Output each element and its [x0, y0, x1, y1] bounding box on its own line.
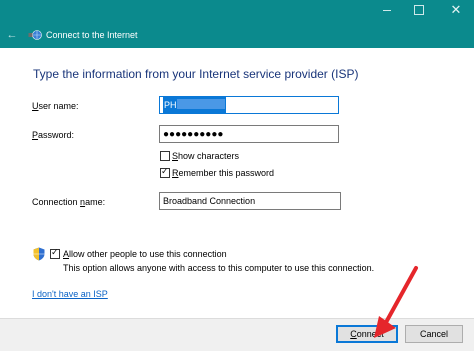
connection-name-label: Connection name:: [32, 197, 106, 207]
show-characters-label[interactable]: Show characters: [172, 150, 239, 162]
checkmark-icon: ✓: [51, 247, 59, 257]
uac-shield-icon: [33, 247, 45, 261]
connection-name-value: Broadband Connection: [163, 196, 256, 206]
connection-name-input[interactable]: Broadband Connection: [159, 192, 341, 210]
password-input[interactable]: ●●●●●●●●●●: [159, 125, 339, 143]
remember-password-label[interactable]: Remember this password: [172, 167, 274, 179]
redacted-block: [176, 99, 225, 109]
no-isp-link[interactable]: I don't have an ISP: [32, 288, 108, 300]
username-value: PH: [163, 97, 226, 113]
username-input[interactable]: PH: [159, 96, 339, 114]
title-bar: ← Connect to the Internet ✕: [0, 0, 474, 48]
back-arrow-icon[interactable]: ←: [3, 27, 21, 43]
remember-password-checkbox[interactable]: ✓: [160, 166, 170, 178]
allow-others-checkbox[interactable]: ✓: [50, 247, 60, 259]
page-title: Type the information from your Internet …: [33, 67, 359, 81]
allow-others-hint: This option allows anyone with access to…: [63, 263, 375, 273]
network-globe-icon: [28, 30, 42, 40]
password-value: ●●●●●●●●●●: [163, 129, 224, 140]
maximize-icon[interactable]: [414, 5, 424, 15]
password-label: Password:: [32, 130, 75, 140]
checkmark-icon: ✓: [161, 166, 169, 176]
show-characters-checkbox[interactable]: [160, 151, 170, 161]
annotation-arrow-icon: [374, 266, 418, 338]
close-icon[interactable]: ✕: [448, 2, 464, 18]
username-label: User name:: [32, 101, 79, 111]
window-title: Connect to the Internet: [46, 30, 138, 40]
minimize-icon[interactable]: [380, 3, 394, 17]
allow-others-label[interactable]: Allow other people to use this connectio…: [63, 248, 227, 260]
